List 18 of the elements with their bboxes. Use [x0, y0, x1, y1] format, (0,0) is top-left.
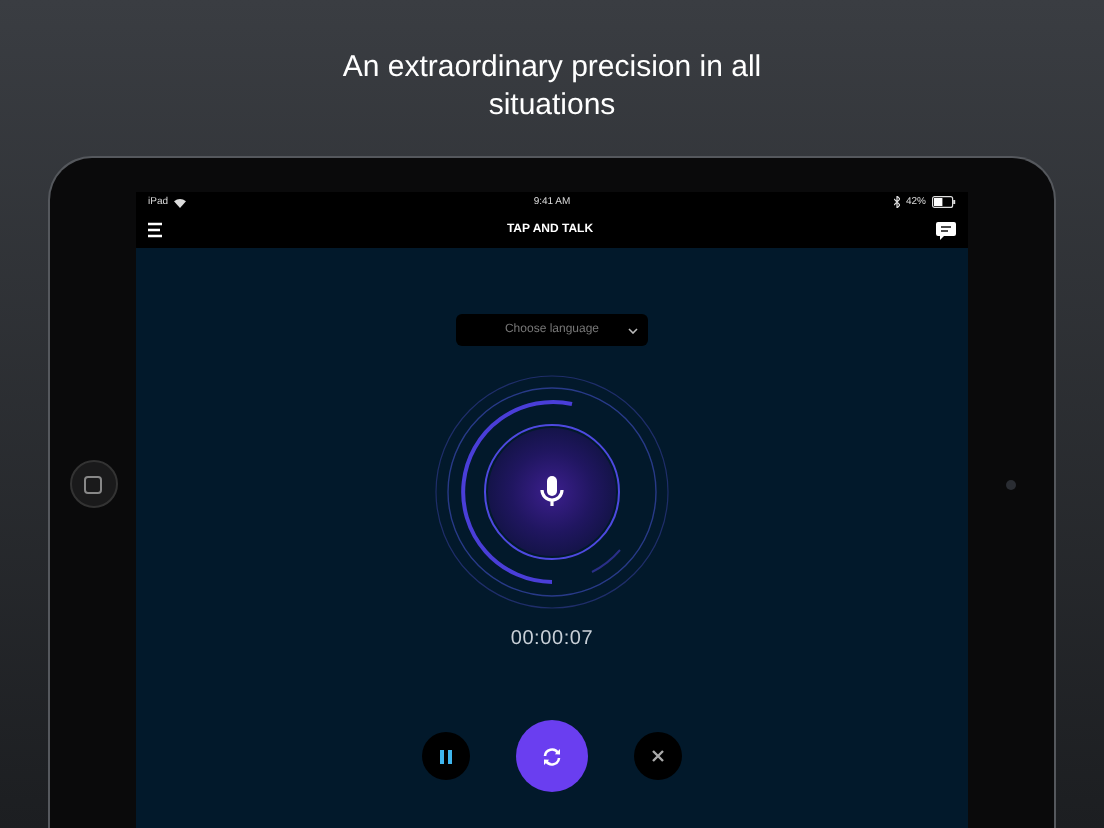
home-button[interactable] [69, 460, 117, 508]
chat-bubble-icon[interactable] [935, 221, 956, 239]
recording-timer: 00:00:07 [510, 628, 594, 650]
refresh-icon [542, 747, 562, 765]
camera-dot [1006, 479, 1016, 489]
battery-icon [931, 196, 956, 208]
pause-icon [440, 749, 452, 763]
wifi-icon [174, 197, 187, 207]
pause-button[interactable] [422, 732, 470, 780]
swap-button[interactable] [516, 720, 588, 792]
microphone-button[interactable] [488, 428, 616, 556]
menu-icon[interactable] [148, 222, 164, 238]
bluetooth-icon [893, 196, 900, 208]
close-icon [652, 750, 664, 762]
close-button[interactable] [634, 732, 682, 780]
headline: An extraordinary precision in all situations [340, 48, 764, 124]
microphone-icon [540, 476, 564, 508]
chevron-down-icon [628, 328, 638, 334]
